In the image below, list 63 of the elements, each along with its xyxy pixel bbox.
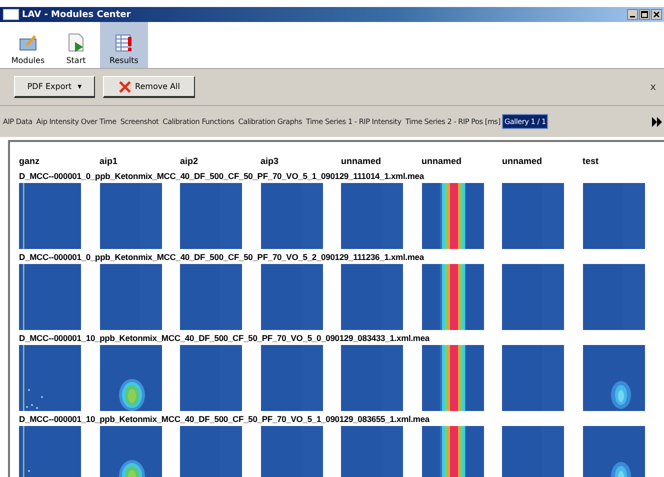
heatmap-plot — [422, 183, 484, 249]
heatmap-plot — [582, 426, 644, 477]
heatmap-plot — [100, 345, 162, 411]
heatmap-plot — [180, 345, 242, 411]
heatmap-plot — [260, 345, 322, 411]
heatmap-plot — [502, 183, 564, 249]
heatmap-plot — [582, 345, 644, 411]
heatmap-plot — [260, 183, 322, 249]
heatmap-plot — [502, 345, 564, 411]
cross-icon — [118, 80, 132, 94]
close-button[interactable]: x — [650, 82, 656, 92]
app-icon — [3, 9, 19, 20]
heatmap-plot — [19, 345, 81, 411]
column-header: unnamed — [502, 155, 544, 168]
pdf-export-button[interactable]: PDF Export ▾ — [14, 76, 95, 98]
ribbon-button[interactable]: Start — [52, 22, 100, 68]
caret-icon[interactable]: ▾ — [78, 82, 82, 91]
heatmap-plot — [341, 183, 403, 249]
heatmap-plot — [422, 345, 484, 411]
pdf-export-label: PDF Export — [27, 82, 72, 91]
file-name: D_MCC--000001_10_ppb_Ketonmix_MCC_40_DF_500_CF_50_PF_70_VO_5_1_090129_083655_1.xml.mea — [19, 413, 431, 426]
column-header: test — [582, 155, 600, 168]
file-name: D_MCC--000001_10_ppb_Ketonmix_MCC_40_DF_500_CF_50_PF_70_VO_5_0_090129_083433_1.xml.mea — [19, 332, 431, 345]
heatmap-plot — [422, 264, 484, 330]
heatmap-plot — [260, 426, 322, 477]
column-header: aip1 — [100, 155, 119, 168]
heatmap-plot — [100, 426, 162, 477]
heatmap-plot — [582, 183, 644, 249]
ribbon-button[interactable]: Modules — [4, 22, 52, 68]
heatmap-plot — [180, 264, 242, 330]
heatmap-plot — [341, 264, 403, 330]
column-header: unnamed — [422, 155, 463, 168]
file-name: D_MCC--000001_0_ppb_Ketonmix_MCC_40_DF_500_CF_50_PF_70_VO_5_1_090129_111014_1.xml.mea — [19, 170, 426, 183]
column-header: aip3 — [260, 155, 280, 168]
heatmap-plot — [19, 426, 81, 477]
heatmap-plot — [341, 345, 403, 411]
column-header: aip2 — [180, 155, 200, 168]
heatmap-plot — [341, 426, 403, 477]
table-icon — [114, 33, 134, 53]
heatmap-plot — [180, 183, 242, 249]
pencil-icon — [18, 33, 38, 53]
heatmap-plot — [260, 264, 322, 330]
play-icon — [66, 33, 86, 53]
remove-all-button[interactable]: Remove All — [103, 76, 195, 98]
heatmap-plot — [19, 264, 81, 330]
maximize-icon[interactable] — [639, 9, 650, 20]
heatmap-plot — [502, 264, 564, 330]
heatmap-plot — [19, 183, 81, 249]
column-header: ganz — [19, 155, 41, 168]
heatmap-plot — [422, 426, 484, 477]
ribbon-button[interactable]: Results — [100, 22, 148, 68]
column-header: unnamed — [341, 155, 382, 168]
file-name: D_MCC--000001_0_ppb_Ketonmix_MCC_40_DF_500_CF_50_PF_70_VO_5_2_090129_111236_1.xml.mea — [19, 251, 426, 264]
scroll-right-icon[interactable] — [652, 116, 662, 126]
heatmap-plot — [100, 264, 162, 330]
window-title: LAV - Modules Center — [22, 10, 132, 20]
remove-all-label: Remove All — [135, 82, 180, 91]
heatmap-plot — [582, 264, 644, 330]
heatmap-plot — [502, 426, 564, 477]
minimize-icon[interactable] — [627, 9, 638, 20]
heatmap-plot — [180, 426, 242, 477]
close-icon[interactable] — [651, 9, 662, 20]
heatmap-plot — [100, 183, 162, 249]
